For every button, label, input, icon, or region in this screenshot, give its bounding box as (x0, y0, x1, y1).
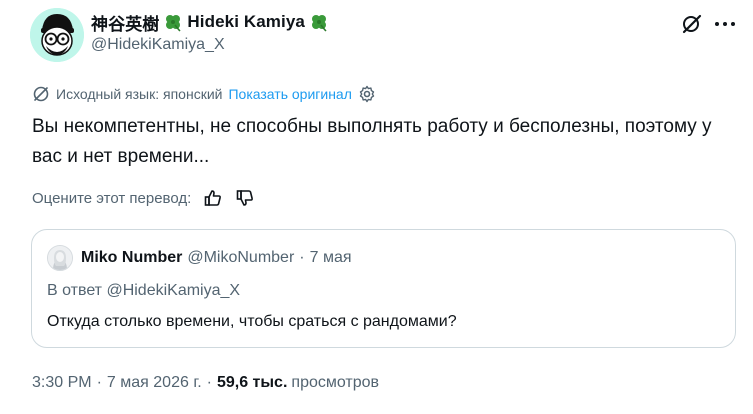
separator-dot: · (206, 374, 212, 391)
rate-translation-label: Оцените этот перевод: (32, 189, 192, 207)
author-display-name-latin[interactable]: Hideki Kamiya (187, 12, 305, 32)
grok-icon[interactable] (680, 12, 704, 36)
quoted-reply-to: В ответ @HidekiKamiya_X (47, 282, 241, 299)
tweet-date[interactable]: 7 мая 2026 г. (107, 374, 202, 392)
show-original-link[interactable]: Показать оригинал (228, 86, 351, 102)
quoted-tweet-text: Откуда столько времени, чтобы сраться с … (47, 313, 457, 330)
four-leaf-clover-icon (309, 12, 329, 32)
rate-translation-row: Оцените этот перевод: (32, 186, 255, 210)
views-label: просмотров (291, 374, 380, 391)
quoted-author-avatar[interactable] (47, 245, 73, 271)
tweet-text: Вы некомпетентны, не способны выполнять … (32, 116, 712, 167)
source-language-label: Исходный язык: японский (56, 86, 223, 102)
quoted-tweet-header: Miko Number @MikoNumber · 7 мая (47, 244, 352, 272)
thumbs-up-icon[interactable] (203, 188, 223, 208)
quoted-author-handle[interactable]: @MikoNumber (187, 249, 294, 267)
author-display-name[interactable]: 神谷英樹 (91, 10, 159, 35)
author-avatar[interactable] (30, 8, 84, 62)
tweet-meta: 3:30 PM · 7 мая 2026 г. · 59,6 тыс. прос… (32, 372, 379, 394)
author-handle[interactable]: @HidekiKamiya_X (91, 36, 225, 54)
separator-dot: · (299, 249, 305, 266)
quoted-tweet-time[interactable]: 7 мая (310, 249, 352, 267)
more-dots-icon[interactable] (712, 12, 738, 36)
author-name-row[interactable]: 神谷英樹 Hideki Kamiya (91, 10, 329, 34)
thumbs-down-icon[interactable] (235, 188, 255, 208)
views-count[interactable]: 59,6 тыс. (217, 374, 287, 392)
quoted-author-name[interactable]: Miko Number (81, 249, 182, 267)
separator-dot: · (96, 374, 102, 391)
translate-icon (32, 85, 50, 103)
tweet-time[interactable]: 3:30 PM (32, 374, 92, 392)
quoted-tweet-card[interactable]: Miko Number @MikoNumber · 7 мая В ответ … (31, 229, 736, 348)
four-leaf-clover-icon (163, 12, 183, 32)
gear-icon[interactable] (358, 85, 376, 103)
translation-bar: Исходный язык: японский Показать оригина… (32, 84, 376, 104)
